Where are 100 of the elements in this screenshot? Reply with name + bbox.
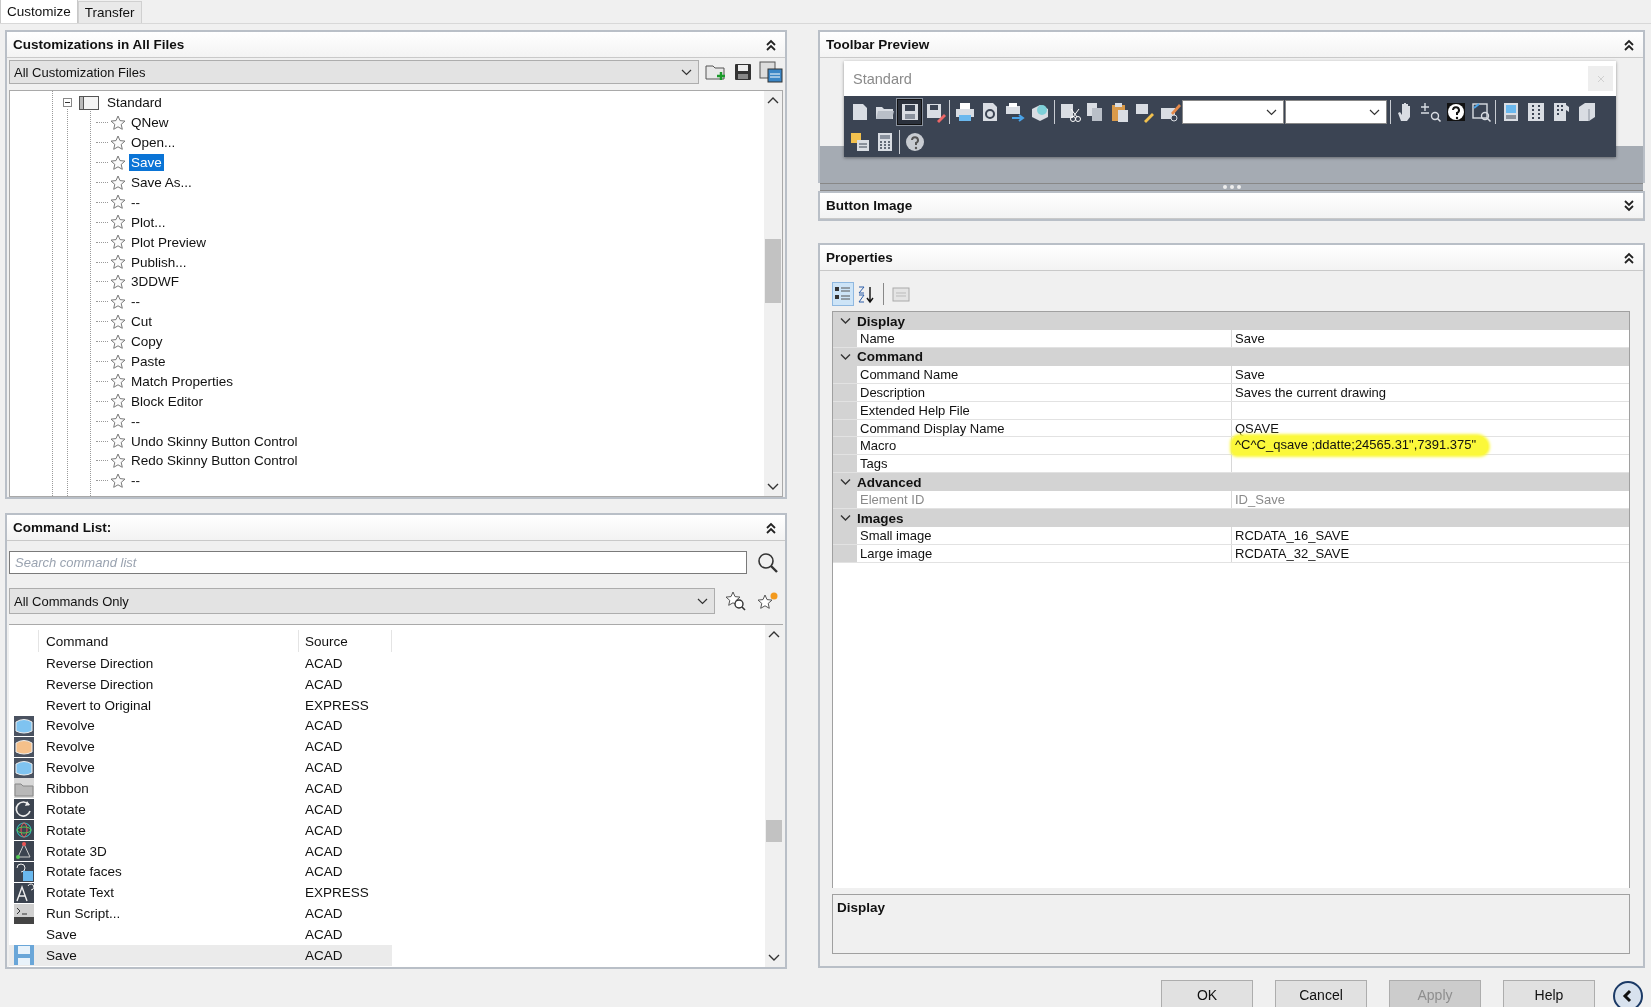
star-icon [110, 393, 126, 410]
table-cell-text: ACAD [304, 947, 344, 963]
property-name: Large image [857, 545, 1232, 562]
filter-dropdown[interactable]: All Commands Only [9, 588, 715, 614]
panel-title: Customizations in All Files [13, 37, 185, 52]
tree-item[interactable]: Plot... [129, 213, 168, 231]
table-row[interactable]: Save ACAD [9, 944, 392, 966]
tree-item[interactable]: Save [129, 154, 164, 172]
tree-item[interactable]: -- [129, 472, 142, 490]
tree-item[interactable]: Block Editor [129, 392, 206, 410]
tree-item[interactable]: Standard [105, 94, 164, 112]
table-row[interactable]: Rotate ACAD [9, 798, 392, 820]
table-cell-text: ACAD [304, 822, 344, 838]
tree-item[interactable]: Save As... [129, 174, 194, 191]
tree-item[interactable]: Undo Skinny Button Control [129, 432, 300, 450]
column-header[interactable]: Source [299, 630, 392, 652]
table-row[interactable]: Rotate Text EXPRESS [9, 882, 392, 904]
toolbar-button[interactable] [897, 99, 922, 125]
tree-item[interactable]: -- [129, 412, 142, 430]
dialog-button[interactable]: Help [1503, 980, 1595, 1007]
chevron-down-icon [697, 597, 708, 605]
table-row[interactable]: Revolve ACAD [9, 757, 392, 779]
folder-add-icon[interactable] [705, 62, 727, 82]
tree-toggle[interactable] [62, 97, 73, 109]
toolbar-dropdown[interactable] [1285, 100, 1387, 124]
star-icon [110, 373, 126, 390]
panel-title: Button Image [826, 198, 913, 213]
dialog-button[interactable]: Cancel [1275, 980, 1367, 1007]
property-name: Tags [857, 455, 1232, 473]
table-cell-text: ACAD [304, 676, 344, 692]
panel-title: Properties [826, 250, 893, 265]
table-cell-text: Rotate faces [45, 864, 123, 880]
tree-item[interactable]: Match Properties [129, 372, 236, 390]
star-new-icon[interactable] [757, 591, 779, 611]
table-row[interactable]: Revert to Original EXPRESS [9, 694, 392, 716]
scrollbar-thumb[interactable] [765, 239, 781, 303]
table-row[interactable]: Reverse Direction ACAD [9, 673, 392, 695]
search-field[interactable]: Search command list [9, 551, 747, 574]
category-label: Images [857, 510, 904, 526]
tree-item[interactable]: QNew [129, 114, 171, 132]
property-value[interactable]: QSAVE [1235, 420, 1279, 436]
table-row[interactable]: Rotate faces ACAD [9, 861, 392, 883]
axes-icon [14, 841, 34, 861]
scrollbar[interactable] [764, 91, 782, 496]
panel-title: Command List: [13, 520, 112, 535]
tree-item[interactable]: Cut [129, 313, 154, 331]
tree-item[interactable]: 3DDWF [129, 273, 181, 291]
orbit-icon [14, 820, 34, 841]
tab[interactable]: Customize [0, 0, 78, 23]
property-value[interactable]: RCDATA_32_SAVE [1235, 545, 1350, 561]
tree-item[interactable]: Open... [129, 134, 178, 152]
star-search-icon[interactable] [725, 591, 747, 611]
star-icon [110, 413, 126, 430]
highlighted-value[interactable]: ^C^C_qsave ;ddatte;24565.31",7391.375" [1232, 436, 1489, 456]
tree-item[interactable]: -- [129, 293, 142, 311]
table-row[interactable]: Rotate 3D ACAD [9, 840, 392, 862]
collapse-button[interactable] [1621, 197, 1637, 214]
tree-item[interactable]: Publish... [129, 253, 189, 271]
dropdown-value: All Commands Only [14, 593, 129, 609]
table-row[interactable]: Rotate ACAD [9, 819, 392, 841]
table-row[interactable]: Revolve ACAD [9, 715, 392, 737]
table-cell-text: ACAD [304, 843, 344, 859]
search-icon[interactable] [757, 551, 779, 574]
revolve-icon [14, 715, 34, 736]
table-row[interactable]: Revolve ACAD [9, 736, 392, 758]
printer-arrow-icon [1003, 101, 1026, 123]
window-icon[interactable] [759, 61, 783, 83]
rotate-arrow-icon [14, 799, 34, 820]
table-cell-text: ACAD [304, 718, 344, 734]
star-icon [110, 234, 126, 251]
table-row[interactable]: Save ACAD [9, 923, 392, 945]
table-cell-text: ACAD [304, 655, 344, 671]
table-cell-text: Rotate [45, 801, 87, 817]
table-cell-text: ACAD [304, 864, 344, 880]
tree-item[interactable]: Redo Skinny Button Control [129, 452, 300, 470]
table-row[interactable]: Reverse Direction ACAD [9, 653, 392, 674]
table-row[interactable]: Run Script... ACAD [9, 903, 392, 924]
chevron-down-icon [1369, 108, 1380, 116]
table-row[interactable]: Ribbon ACAD [9, 778, 392, 799]
panel-title: Toolbar Preview [826, 37, 930, 52]
tree-item[interactable]: Plot Preview [129, 233, 209, 251]
back-button[interactable] [1613, 981, 1643, 1007]
property-value[interactable]: Saves the current drawing [1235, 384, 1387, 400]
column-header[interactable]: Command [39, 630, 299, 652]
scrollbar-thumb[interactable] [766, 820, 782, 842]
dialog-button[interactable]: OK [1161, 980, 1253, 1007]
file-filter-dropdown[interactable]: All Customization Files [9, 60, 699, 84]
scrollbar[interactable] [765, 625, 783, 967]
property-value[interactable]: Save [1235, 366, 1265, 382]
tab[interactable]: Transfer [77, 1, 142, 23]
brush-icon [1133, 101, 1156, 123]
view-mode-button[interactable] [832, 282, 854, 306]
tree-item[interactable]: Paste [129, 353, 168, 370]
tree-item[interactable]: -- [129, 193, 142, 211]
double-chevron-up-icon [765, 521, 777, 534]
property-value[interactable]: RCDATA_16_SAVE [1235, 528, 1350, 544]
property-value[interactable]: Save [1235, 330, 1265, 346]
table-cell-text: Save [45, 926, 78, 942]
tree-item[interactable]: Copy [129, 333, 165, 351]
toolbar-dropdown[interactable] [1182, 100, 1284, 124]
